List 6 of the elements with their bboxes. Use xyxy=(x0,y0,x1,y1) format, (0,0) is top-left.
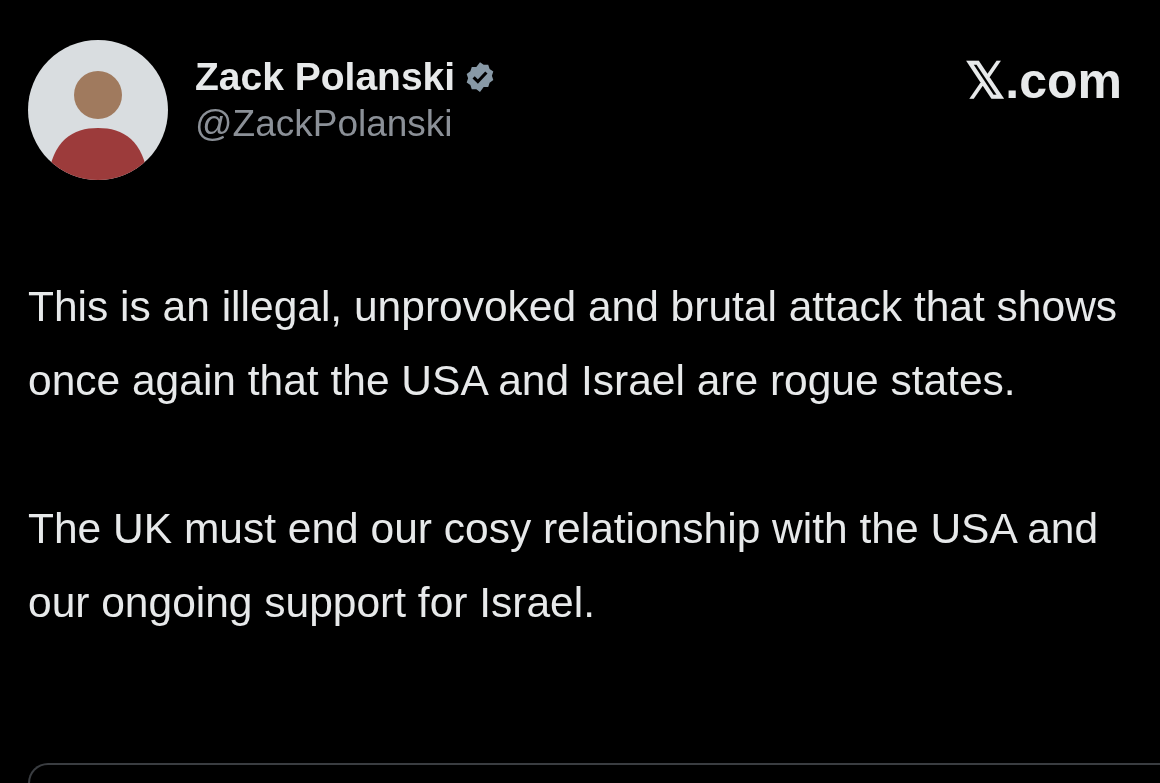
author-name[interactable]: Zack Polanski xyxy=(195,55,456,99)
post-text: This is an illegal, unprovoked and brutal attack that shows once again that the USA and Israel are rogue states. xyxy=(28,282,1119,406)
source-label: 𝕏.com xyxy=(965,52,1122,110)
embedded-card[interactable] xyxy=(28,763,1160,783)
post-text: The UK must end our cosy relationship with the USA and our ongoing support for Israel. xyxy=(28,504,1100,628)
author-handle[interactable]: @ZackPolanski xyxy=(195,103,939,145)
